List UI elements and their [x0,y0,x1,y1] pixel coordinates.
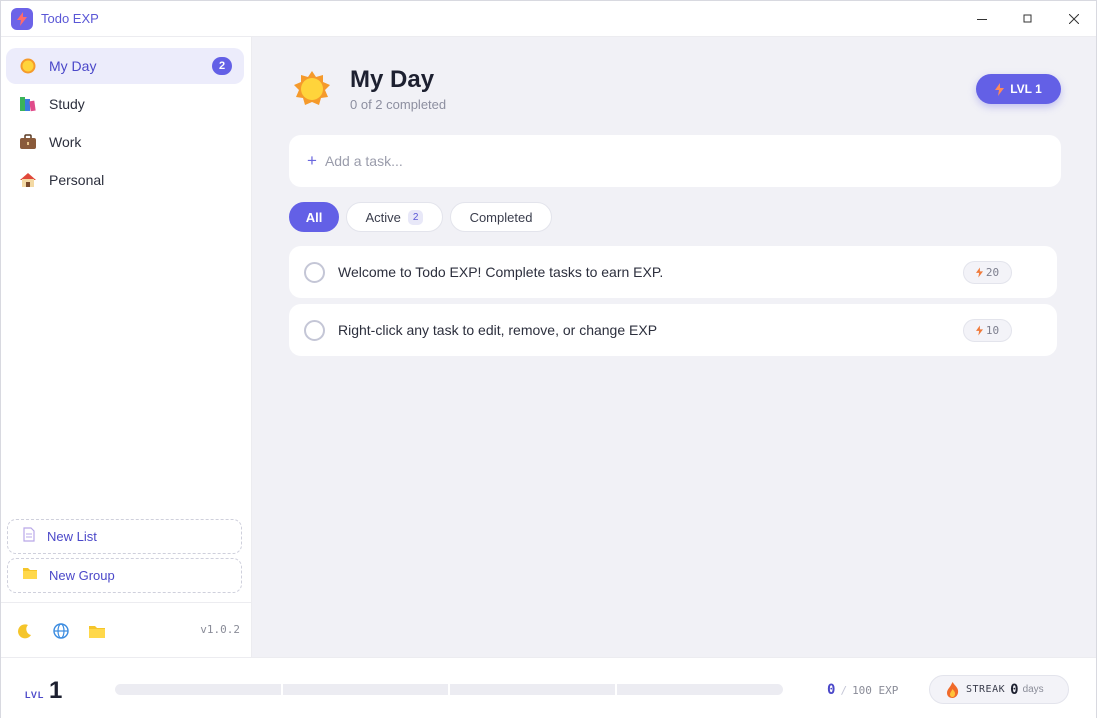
exp-separator: / [840,684,848,697]
close-button[interactable] [1051,1,1097,37]
new-list-button[interactable]: New List [7,519,242,554]
status-bar: LVL 1 0 / 100 EXP STREAK 0 days [1,657,1096,718]
sidebar-item-label: Work [49,134,82,150]
new-list-label: New List [47,529,97,544]
folder-icon [22,566,38,585]
main-panel: My Day 0 of 2 completed LVL 1 + All Acti… [252,37,1096,657]
count-badge: 2 [212,57,232,75]
minimize-button[interactable] [959,1,1005,37]
tab-completed[interactable]: Completed [450,202,552,232]
sidebar-item-study[interactable]: Study [6,86,244,122]
task-item[interactable]: Right-click any task to edit, remove, or… [289,304,1057,356]
streak-count: 0 [1010,681,1019,698]
title-bar: Todo EXP [1,1,1096,37]
sidebar-item-label: My Day [49,58,97,74]
app-title: Todo EXP [41,11,99,26]
task-checkbox[interactable] [304,320,325,341]
plus-icon: + [307,151,317,170]
document-icon [22,526,36,547]
exp-progress-bar [115,684,783,695]
tab-count-badge: 2 [407,209,424,225]
sidebar-item-work[interactable]: Work [6,124,244,160]
tab-label: Completed [469,209,533,225]
sidebar-item-label: Personal [49,172,105,188]
level-badge-label: LVL 1 [1010,82,1042,96]
level-number: 1 [49,677,63,704]
streak-unit: days [1022,684,1044,695]
task-exp-badge: 20 [963,261,1012,284]
exp-current: 0 [827,682,836,698]
page-subtitle: 0 of 2 completed [350,97,447,112]
task-text: Welcome to Todo EXP! Complete tasks to e… [338,264,664,280]
exp-total: 100 EXP [852,684,899,697]
sun-icon [292,69,332,109]
maximize-button[interactable] [1005,1,1051,37]
task-checkbox[interactable] [304,262,325,283]
streak-label: STREAK [966,684,1006,695]
sidebar-item-personal[interactable]: Personal [6,162,244,198]
sidebar-item-my-day[interactable]: My Day 2 [6,48,244,84]
streak-badge: STREAK 0 days [929,675,1069,704]
app-window: Todo EXP My Day 2 Study Work Personal Ne… [0,0,1097,718]
tab-label: Active [365,209,401,225]
progress-divider [448,684,450,695]
tab-active[interactable]: Active 2 [346,202,443,232]
level-label: LVL [25,690,45,700]
bolt-icon [975,267,983,278]
briefcase-icon [19,133,37,151]
bolt-logo-icon [11,8,33,30]
moon-icon[interactable] [15,621,35,641]
task-exp-value: 20 [985,266,1000,279]
progress-divider [281,684,283,695]
exp-readout: 0 / 100 EXP [827,682,898,698]
fire-icon [946,681,959,698]
sidebar-footer: v1.0.2 [1,602,251,657]
sidebar-item-label: Study [49,96,85,112]
page-title: My Day [350,66,435,93]
task-text: Right-click any task to edit, remove, or… [338,322,658,338]
books-icon [19,95,37,113]
version-label: v1.0.2 [200,623,240,636]
add-task-input[interactable] [324,153,1005,169]
globe-icon[interactable] [51,621,71,641]
sidebar: My Day 2 Study Work Personal New List Ne… [1,37,252,657]
add-task-bar[interactable]: + [289,135,1061,187]
bolt-icon [975,325,983,336]
tab-all[interactable]: All [289,202,339,232]
bolt-icon [995,82,1005,96]
task-item[interactable]: Welcome to Todo EXP! Complete tasks to e… [289,246,1057,298]
task-exp-value: 10 [985,324,1000,337]
sun-icon [19,57,37,75]
new-group-label: New Group [49,568,115,583]
level-badge: LVL 1 [976,74,1061,104]
house-icon [19,171,37,189]
folder-icon[interactable] [87,621,107,641]
progress-divider [615,684,617,695]
new-group-button[interactable]: New Group [7,558,242,593]
tab-label: All [305,209,323,225]
task-exp-badge: 10 [963,319,1012,342]
